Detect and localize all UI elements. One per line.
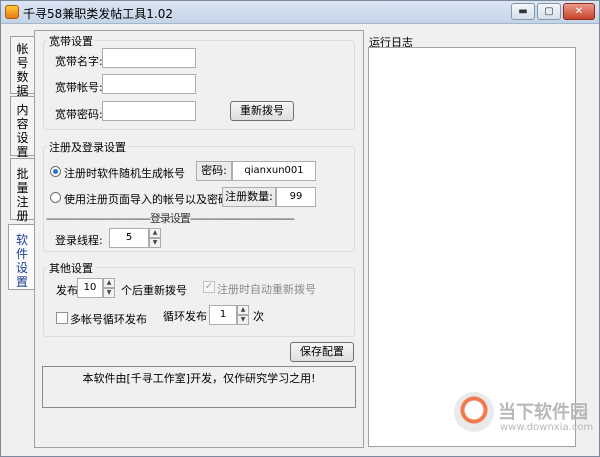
title-bar: 千寻58兼职类发帖工具1.02 ▬ ▢ ✕ <box>1 1 599 24</box>
broadband-name-label: 宽带名字: <box>55 55 103 68</box>
tab-account-data[interactable]: 帐号数据 <box>10 36 34 98</box>
close-button[interactable]: ✕ <box>563 3 595 20</box>
broadband-password-input[interactable] <box>102 101 196 121</box>
post-count-input[interactable]: 10 <box>77 278 103 298</box>
window-title: 千寻58兼职类发帖工具1.02 <box>23 7 173 21</box>
tab-label: 帐号数据 <box>16 42 29 98</box>
post-label: 发布 <box>56 284 78 297</box>
tab-software-settings[interactable]: 软件设置 <box>8 224 35 290</box>
broadband-password-label: 宽带密码: <box>55 108 103 121</box>
save-config-button[interactable]: 保存配置 <box>290 342 354 362</box>
login-threads-input[interactable]: 5 <box>109 228 149 248</box>
broadband-account-label: 宽带帐号: <box>55 81 103 94</box>
tab-batch-register[interactable]: 批量注册 <box>10 158 34 223</box>
login-threads-spinner[interactable]: ▲ ▼ <box>149 228 161 248</box>
password-input[interactable]: qianxun001 <box>232 161 316 181</box>
minimize-button[interactable]: ▬ <box>511 3 535 20</box>
redial-after-label: 个后重新拨号 <box>121 284 187 297</box>
loop-label: 循环发布 <box>163 310 207 323</box>
login-settings-divider: -----------------------------------登录设置-… <box>46 212 295 225</box>
multi-account-checkbox[interactable] <box>56 312 68 324</box>
password-label: 密码: <box>196 161 232 181</box>
random-account-label: 注册时软件随机生成帐号 <box>64 167 185 180</box>
spin-up-icon[interactable]: ▲ <box>149 228 161 238</box>
multi-account-label: 多帐号循环发布 <box>70 313 147 326</box>
maximize-button[interactable]: ▢ <box>537 3 561 20</box>
redial-button[interactable]: 重新拨号 <box>230 101 294 121</box>
broadband-account-input[interactable] <box>102 74 196 94</box>
register-count-label: 注册数量: <box>222 187 276 207</box>
spin-up-icon[interactable]: ▲ <box>103 278 115 288</box>
broadband-name-input[interactable] <box>102 48 196 68</box>
spin-down-icon[interactable]: ▼ <box>237 315 249 325</box>
auto-redial-checkbox[interactable]: ✓ <box>203 281 215 293</box>
spin-down-icon[interactable]: ▼ <box>103 288 115 298</box>
other-group-title: 其他设置 <box>47 260 95 276</box>
watermark-text: 当下软件园 <box>498 402 588 423</box>
spin-up-icon[interactable]: ▲ <box>237 305 249 315</box>
tab-content-settings[interactable]: 内容设置 <box>10 96 34 159</box>
auto-redial-label: 注册时自动重新拨号 <box>217 283 316 296</box>
watermark-url: www.downxia.com <box>500 422 594 433</box>
log-area[interactable] <box>368 47 576 447</box>
random-account-radio[interactable] <box>50 166 61 177</box>
loop-count-input[interactable]: 1 <box>209 305 237 325</box>
watermark: 当下软件园 www.downxia.com <box>454 392 594 447</box>
register-group-title: 注册及登录设置 <box>47 139 128 155</box>
register-count-input[interactable]: 99 <box>276 187 316 207</box>
notice-box: 本软件由[千寻工作室]开发，仅作研究学习之用! <box>42 366 356 408</box>
login-threads-label: 登录线程: <box>55 234 103 247</box>
loop-count-spinner[interactable]: ▲ ▼ <box>237 305 249 325</box>
watermark-logo-icon <box>454 392 494 432</box>
tab-label: 软件设置 <box>15 233 28 289</box>
spin-down-icon[interactable]: ▼ <box>149 238 161 248</box>
app-icon <box>5 5 19 19</box>
import-account-radio[interactable] <box>50 192 61 203</box>
post-count-spinner[interactable]: ▲ ▼ <box>103 278 115 298</box>
import-account-label: 使用注册页面导入的帐号以及密码 <box>64 193 229 206</box>
tab-label: 内容设置 <box>16 103 29 159</box>
broadband-group-title: 宽带设置 <box>47 33 95 49</box>
tab-label: 批量注册 <box>16 167 29 223</box>
times-label: 次 <box>253 310 264 323</box>
